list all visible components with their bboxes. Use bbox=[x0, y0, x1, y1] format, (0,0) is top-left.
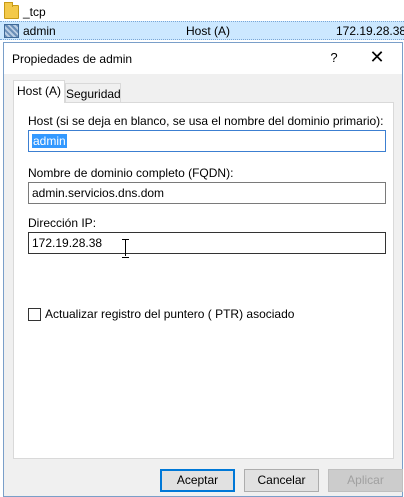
cancel-button[interactable]: Cancelar bbox=[244, 469, 319, 492]
dialog-content: Host (A) Seguridad Host (si se deja en b… bbox=[4, 74, 403, 496]
host-input-value: admin bbox=[32, 134, 67, 148]
ip-address-input[interactable]: 172.19.28.38 bbox=[28, 232, 386, 258]
record-type: Host (A) bbox=[186, 23, 231, 38]
close-button[interactable]: ✕ bbox=[366, 48, 388, 68]
properties-dialog: Propiedades de admin ? ✕ Host (A) Seguri… bbox=[3, 42, 403, 497]
dns-record-list: _tcp admin Host (A) 172.19.28.38 bbox=[0, 0, 404, 40]
fqdn-label: Nombre de dominio completo (FQDN): bbox=[28, 166, 234, 180]
ip-label: Dirección IP: bbox=[28, 216, 97, 230]
ptr-checkbox[interactable] bbox=[28, 308, 41, 321]
help-button[interactable]: ? bbox=[326, 50, 342, 66]
text-cursor-icon bbox=[122, 239, 130, 258]
tab-host-a[interactable]: Host (A) bbox=[13, 80, 65, 103]
folder-icon bbox=[4, 1, 19, 19]
fqdn-value: admin.servicios.dns.dom bbox=[32, 186, 165, 200]
record-name: admin bbox=[23, 23, 56, 38]
host-input[interactable]: admin bbox=[28, 130, 386, 152]
ok-button[interactable]: Aceptar bbox=[160, 469, 235, 492]
ip-value: 172.19.28.38 bbox=[32, 236, 103, 250]
tab-panel: Host (si se deja en blanco, se usa el no… bbox=[13, 102, 394, 459]
tab-seguridad[interactable]: Seguridad bbox=[65, 83, 121, 104]
ptr-checkbox-label[interactable]: Actualizar registro del puntero ( PTR) a… bbox=[45, 307, 294, 321]
dialog-title: Propiedades de admin bbox=[12, 52, 133, 66]
list-item[interactable]: admin Host (A) 172.19.28.38 bbox=[0, 21, 404, 40]
host-record-icon bbox=[4, 23, 19, 38]
record-data: 172.19.28.38 bbox=[336, 23, 404, 38]
title-bar[interactable]: Propiedades de admin ? ✕ bbox=[4, 43, 402, 74]
record-name: _tcp bbox=[23, 4, 46, 19]
host-label: Host (si se deja en blanco, se usa el no… bbox=[28, 114, 384, 128]
fqdn-field[interactable]: admin.servicios.dns.dom bbox=[28, 182, 386, 204]
apply-button[interactable]: Aplicar bbox=[328, 469, 403, 492]
list-item[interactable]: _tcp bbox=[0, 1, 404, 21]
